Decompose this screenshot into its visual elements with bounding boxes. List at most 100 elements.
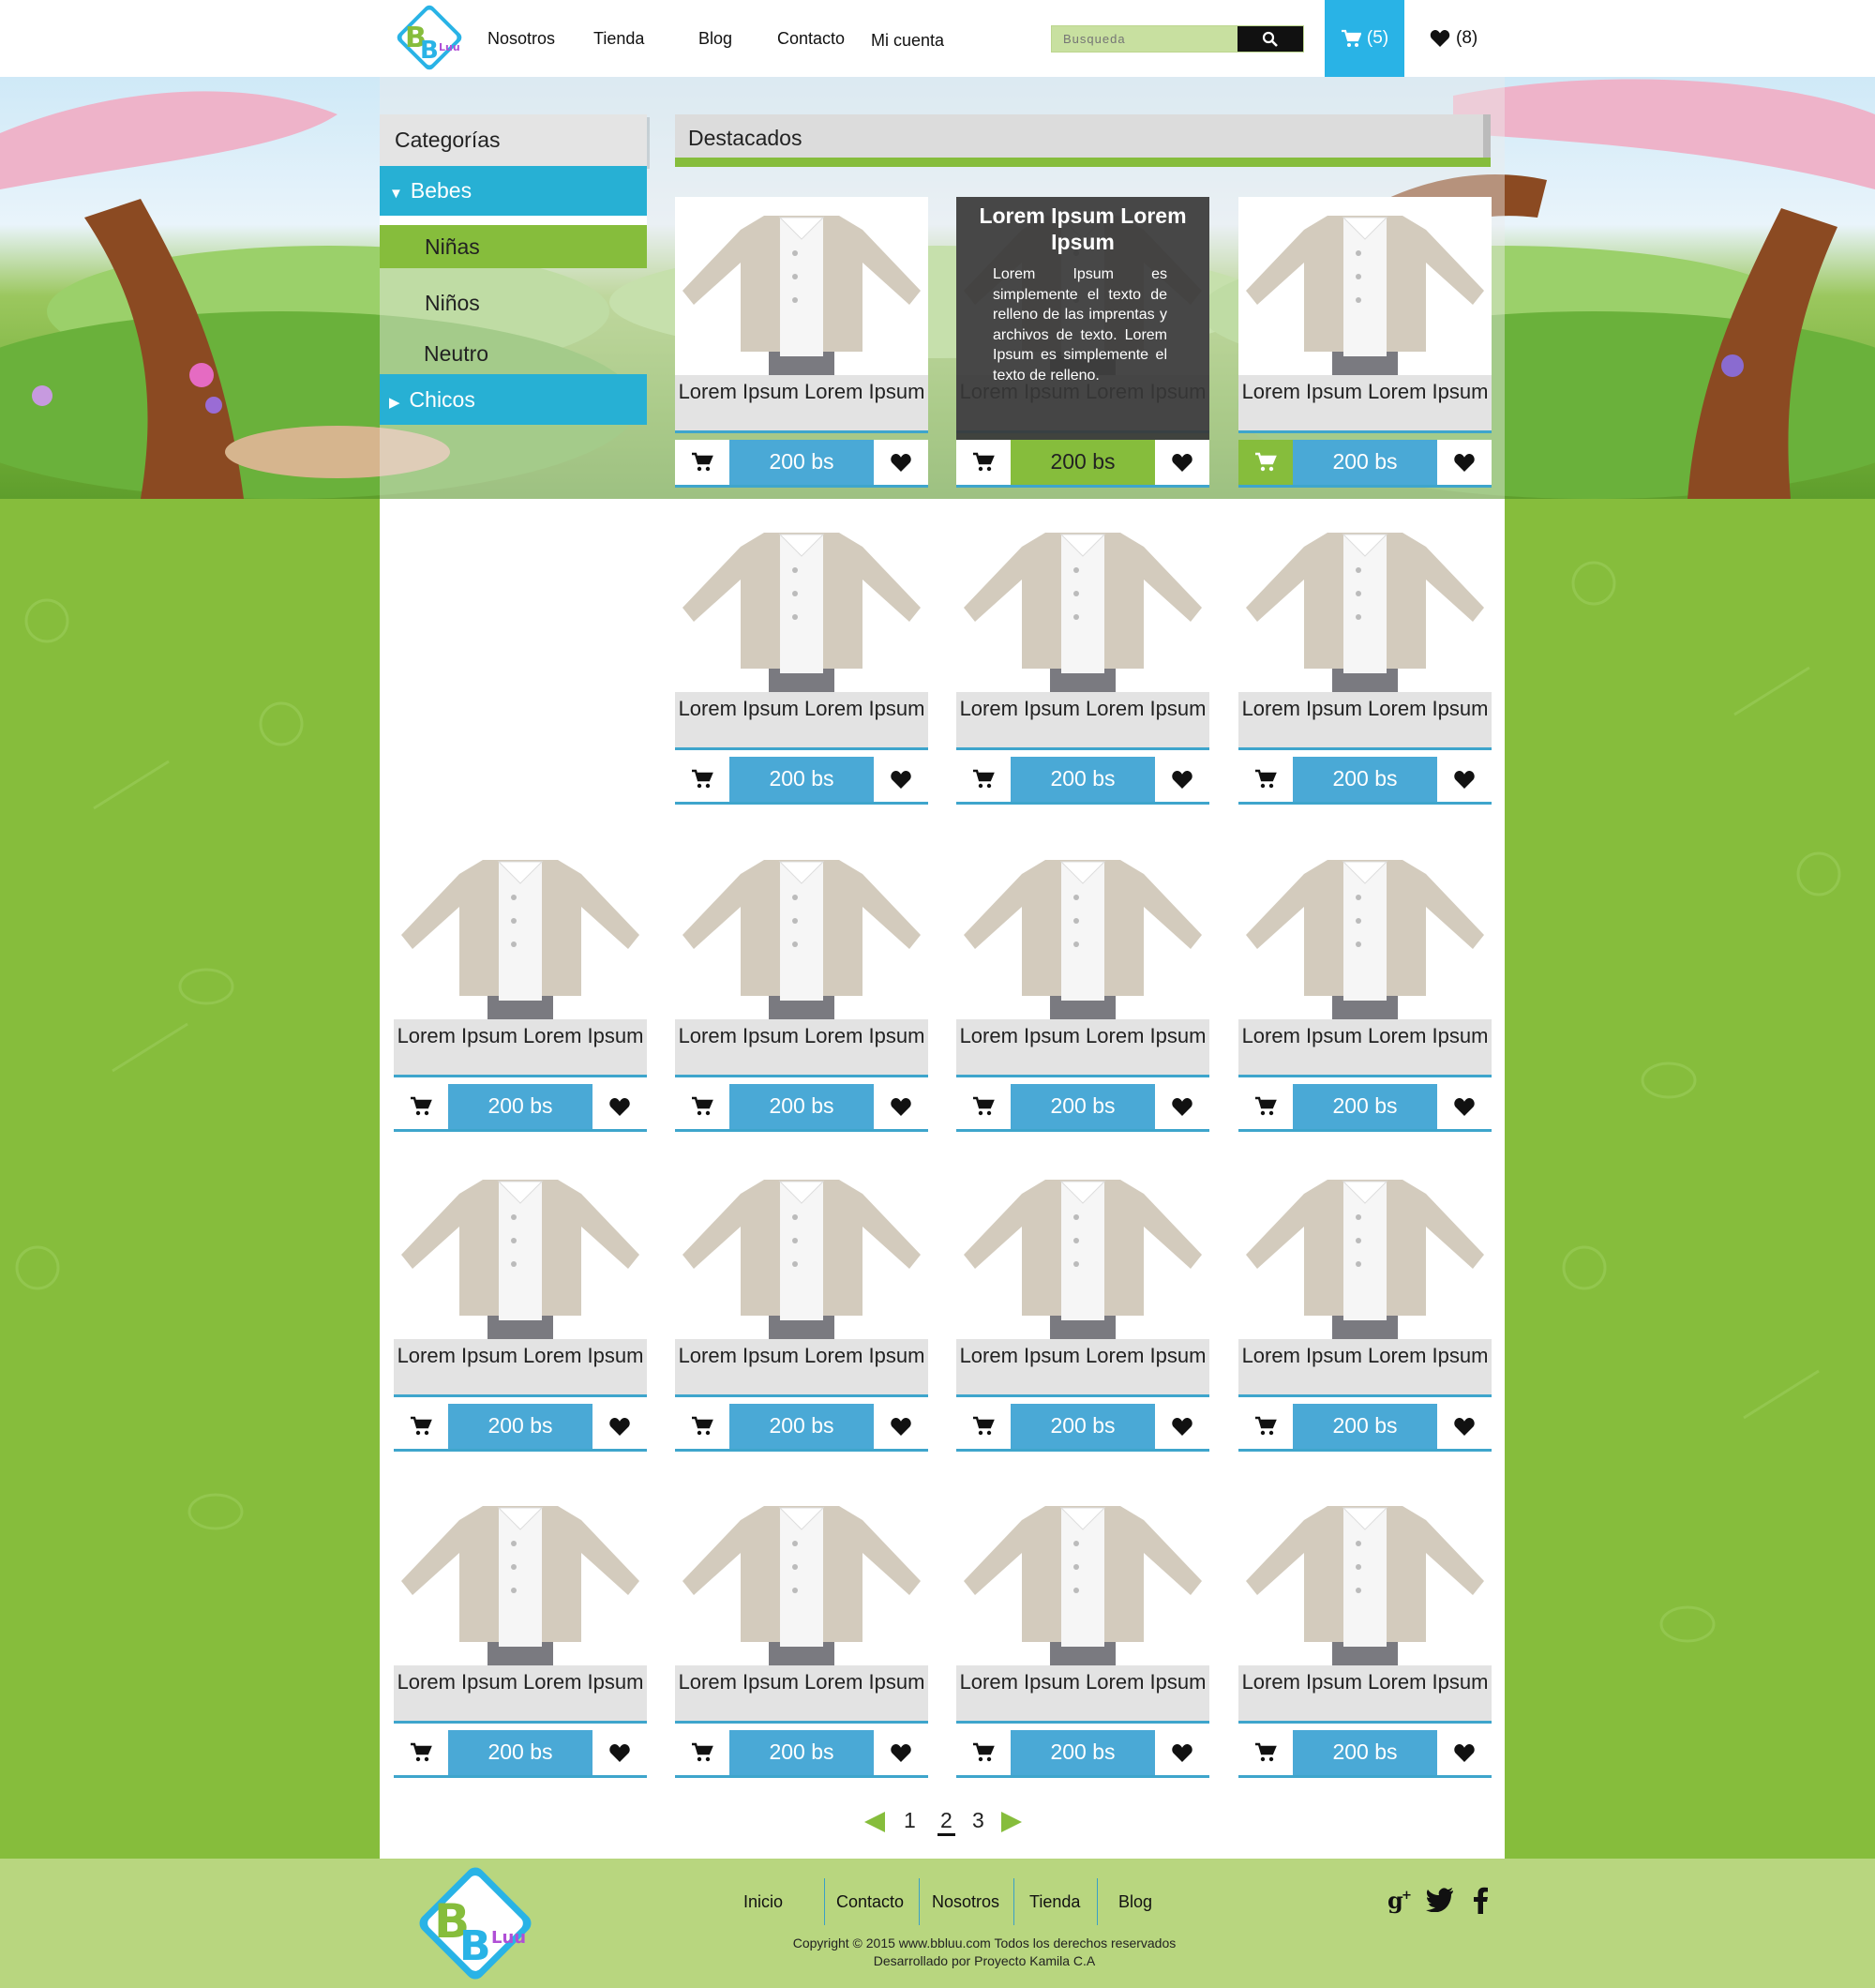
product-price[interactable]: 200 bs xyxy=(1011,757,1155,802)
add-to-cart-button[interactable] xyxy=(956,440,1011,485)
nav-link-tienda[interactable]: Tienda xyxy=(593,0,644,77)
product-price[interactable]: 200 bs xyxy=(1293,1730,1437,1775)
product-image-frame[interactable] xyxy=(675,1487,928,1665)
product-card[interactable]: Lorem Ipsum Lorem Ipsum 200 bs xyxy=(956,1161,1209,1461)
add-to-cart-button[interactable] xyxy=(1238,1730,1293,1775)
category-bebes[interactable]: ▼ Bebes xyxy=(380,166,647,216)
product-name[interactable]: Lorem Ipsum Lorem Ipsum xyxy=(675,1665,928,1724)
add-to-wishlist-button[interactable] xyxy=(1437,440,1492,485)
footer-logo[interactable]: B B Luu xyxy=(411,1862,540,1986)
footer-link-nosotros[interactable]: Nosotros xyxy=(932,1878,999,1925)
add-to-cart-button[interactable] xyxy=(1238,1084,1293,1129)
product-image-frame[interactable] xyxy=(675,1161,928,1339)
nav-link-contacto[interactable]: Contacto xyxy=(777,0,845,77)
product-image-frame[interactable] xyxy=(956,514,1209,692)
add-to-cart-button[interactable] xyxy=(394,1404,448,1449)
category-ninos[interactable]: Niños xyxy=(380,278,647,328)
product-card[interactable]: Lorem Ipsum Lorem Ipsum 200 bs xyxy=(956,514,1209,814)
product-name[interactable]: Lorem Ipsum Lorem Ipsum xyxy=(956,1665,1209,1724)
product-price[interactable]: 200 bs xyxy=(448,1730,592,1775)
category-chicos[interactable]: ▶ Chicos xyxy=(380,374,647,425)
product-hover-overlay[interactable]: Lorem Ipsum Lorem Ipsum Lorem Ipsum es si… xyxy=(956,197,1209,440)
product-price[interactable]: 200 bs xyxy=(1293,1404,1437,1449)
add-to-wishlist-button[interactable] xyxy=(592,1730,647,1775)
add-to-wishlist-button[interactable] xyxy=(1155,440,1209,485)
arrow-right-icon[interactable] xyxy=(999,1810,1024,1839)
product-price[interactable]: 200 bs xyxy=(1011,1404,1155,1449)
twitter-icon[interactable] xyxy=(1424,1883,1456,1917)
product-image-frame[interactable] xyxy=(394,1161,647,1339)
product-card[interactable]: Lorem Ipsum Lorem Ipsum200 bsLorem Ipsum… xyxy=(956,197,1209,497)
arrow-left-icon[interactable] xyxy=(862,1810,887,1839)
product-price[interactable]: 200 bs xyxy=(1293,440,1437,485)
product-image-frame[interactable] xyxy=(1238,1487,1492,1665)
add-to-cart-button[interactable] xyxy=(675,1404,729,1449)
product-card[interactable]: Lorem Ipsum Lorem Ipsum 200 bs xyxy=(675,1161,928,1461)
add-to-cart-button[interactable] xyxy=(1238,757,1293,802)
google-plus-icon[interactable]: g + xyxy=(1386,1883,1418,1917)
add-to-wishlist-button[interactable] xyxy=(1437,1404,1492,1449)
add-to-wishlist-button[interactable] xyxy=(1155,1730,1209,1775)
product-name[interactable]: Lorem Ipsum Lorem Ipsum xyxy=(675,692,928,750)
product-card[interactable]: Lorem Ipsum Lorem Ipsum 200 bs xyxy=(675,841,928,1141)
product-image-frame[interactable] xyxy=(1238,197,1492,375)
page-link-3[interactable]: 3 xyxy=(972,1808,984,1833)
add-to-cart-button[interactable] xyxy=(1238,440,1293,485)
product-price[interactable]: 200 bs xyxy=(729,1084,874,1129)
product-name[interactable]: Lorem Ipsum Lorem Ipsum xyxy=(394,1339,647,1397)
product-image-frame[interactable] xyxy=(956,1161,1209,1339)
add-to-cart-button[interactable] xyxy=(956,1404,1011,1449)
add-to-cart-button[interactable] xyxy=(675,757,729,802)
product-price[interactable]: 200 bs xyxy=(1011,1730,1155,1775)
cart-button[interactable]: (5) xyxy=(1325,0,1404,77)
product-card[interactable]: Lorem Ipsum Lorem Ipsum 200 bs xyxy=(956,1487,1209,1787)
add-to-cart-button[interactable] xyxy=(394,1084,448,1129)
facebook-icon[interactable] xyxy=(1464,1883,1496,1917)
product-card[interactable]: Lorem Ipsum Lorem Ipsum 200 bs xyxy=(1238,841,1492,1141)
add-to-cart-button[interactable] xyxy=(1238,1404,1293,1449)
product-image-frame[interactable] xyxy=(675,841,928,1019)
product-card[interactable]: Lorem Ipsum Lorem Ipsum 200 bs xyxy=(675,197,928,497)
product-image-frame[interactable] xyxy=(1238,841,1492,1019)
product-card[interactable]: Lorem Ipsum Lorem Ipsum 200 bs xyxy=(675,1487,928,1787)
add-to-cart-button[interactable] xyxy=(956,1730,1011,1775)
add-to-cart-button[interactable] xyxy=(675,1730,729,1775)
product-name[interactable]: Lorem Ipsum Lorem Ipsum xyxy=(1238,1019,1492,1077)
product-card[interactable]: Lorem Ipsum Lorem Ipsum 200 bs xyxy=(1238,1487,1492,1787)
product-card[interactable]: Lorem Ipsum Lorem Ipsum 200 bs xyxy=(1238,1161,1492,1461)
add-to-wishlist-button[interactable] xyxy=(1437,1730,1492,1775)
product-name[interactable]: Lorem Ipsum Lorem Ipsum xyxy=(956,1339,1209,1397)
product-card[interactable]: Lorem Ipsum Lorem Ipsum 200 bs xyxy=(394,1487,647,1787)
nav-link-mi-cuenta[interactable]: Mi cuenta xyxy=(871,2,944,79)
add-to-wishlist-button[interactable] xyxy=(592,1084,647,1129)
add-to-cart-button[interactable] xyxy=(956,1084,1011,1129)
footer-link-blog[interactable]: Blog xyxy=(1118,1878,1152,1925)
product-name[interactable]: Lorem Ipsum Lorem Ipsum xyxy=(394,1665,647,1724)
add-to-wishlist-button[interactable] xyxy=(874,757,928,802)
product-card[interactable]: Lorem Ipsum Lorem Ipsum 200 bs xyxy=(1238,197,1492,497)
add-to-wishlist-button[interactable] xyxy=(1155,1404,1209,1449)
search-input[interactable] xyxy=(1052,26,1239,52)
add-to-wishlist-button[interactable] xyxy=(874,1404,928,1449)
product-price[interactable]: 200 bs xyxy=(448,1084,592,1129)
product-image-frame[interactable] xyxy=(675,514,928,692)
wishlist-button[interactable]: (8) xyxy=(1430,0,1486,77)
product-card[interactable]: Lorem Ipsum Lorem Ipsum 200 bs xyxy=(956,841,1209,1141)
product-name[interactable]: Lorem Ipsum Lorem Ipsum xyxy=(1238,1665,1492,1724)
product-price[interactable]: 200 bs xyxy=(1293,757,1437,802)
add-to-wishlist-button[interactable] xyxy=(874,440,928,485)
product-price[interactable]: 200 bs xyxy=(448,1404,592,1449)
footer-link-tienda[interactable]: Tienda xyxy=(1029,1878,1080,1925)
add-to-cart-button[interactable] xyxy=(956,757,1011,802)
product-name[interactable]: Lorem Ipsum Lorem Ipsum xyxy=(675,1019,928,1077)
add-to-wishlist-button[interactable] xyxy=(1437,1084,1492,1129)
product-image-frame[interactable] xyxy=(394,1487,647,1665)
product-price[interactable]: 200 bs xyxy=(729,757,874,802)
product-price[interactable]: 200 bs xyxy=(729,1404,874,1449)
add-to-wishlist-button[interactable] xyxy=(1155,757,1209,802)
add-to-wishlist-button[interactable] xyxy=(874,1730,928,1775)
product-name[interactable]: Lorem Ipsum Lorem Ipsum xyxy=(675,375,928,433)
add-to-cart-button[interactable] xyxy=(675,1084,729,1129)
product-card[interactable]: Lorem Ipsum Lorem Ipsum 200 bs xyxy=(1238,514,1492,814)
product-name[interactable]: Lorem Ipsum Lorem Ipsum xyxy=(1238,1339,1492,1397)
